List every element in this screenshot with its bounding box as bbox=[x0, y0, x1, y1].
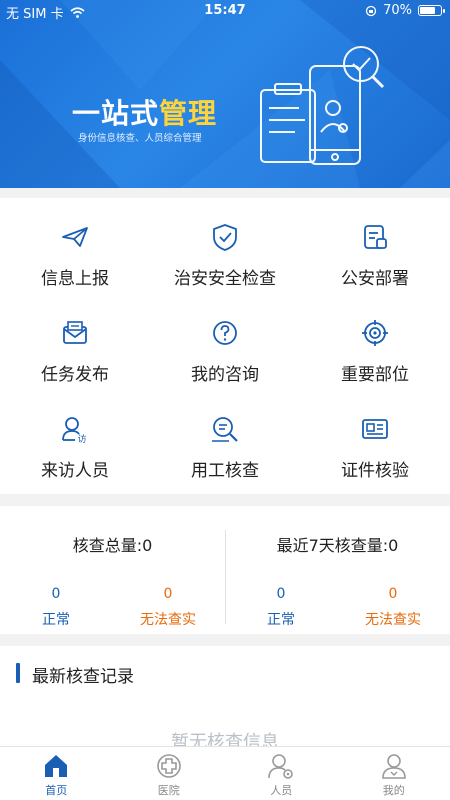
grid-item-label: 治安安全检查 bbox=[174, 269, 276, 289]
stats-total-normal-label[interactable]: 正常 bbox=[0, 609, 112, 629]
grid-item-task-publish[interactable]: 任务发布 bbox=[0, 294, 150, 390]
banner-subtitle: 身份信息核查、人员综合管理 bbox=[78, 133, 202, 144]
clipboard-icon bbox=[364, 225, 387, 249]
tab-label: 人员 bbox=[270, 784, 293, 797]
paper-plane-icon bbox=[62, 227, 88, 247]
check-stats-panel: 核查总量:0 0 正常 0 无法查实 最近7天核查量:0 0 正常 0 无法查实 bbox=[0, 506, 450, 634]
bottom-tab-bar: 首页 医院 人员 我的 bbox=[0, 746, 450, 800]
status-bar: 无 SIM 卡 15:47 70% bbox=[0, 0, 450, 22]
search-doc-icon bbox=[212, 417, 238, 442]
banner-title-main: 一站式 bbox=[72, 97, 160, 130]
tab-staff[interactable]: 人员 bbox=[225, 747, 338, 800]
tab-label: 首页 bbox=[45, 784, 68, 797]
grid-item-police-deploy[interactable]: 公安部署 bbox=[300, 198, 450, 294]
records-empty-text: 暂无核查信息 bbox=[171, 732, 279, 746]
visitor-icon: 访 bbox=[62, 417, 87, 444]
stats-total-fail-label[interactable]: 无法查实 bbox=[112, 609, 224, 629]
shield-check-icon bbox=[213, 224, 237, 251]
banner-title-accent: 管理 bbox=[159, 97, 218, 130]
grid-item-label: 任务发布 bbox=[41, 365, 109, 385]
grid-item-key-sites[interactable]: 重要部位 bbox=[300, 294, 450, 390]
grid-item-label: 信息上报 bbox=[41, 269, 109, 289]
grid-item-security-check[interactable]: 治安安全检查 bbox=[150, 198, 300, 294]
stats-total-normal-value: 0 bbox=[51, 586, 61, 602]
hospital-icon bbox=[156, 754, 181, 778]
tab-label: 我的 bbox=[382, 784, 405, 797]
grid-item-my-consult[interactable]: 我的咨询 bbox=[150, 294, 300, 390]
tab-mine[interactable]: 我的 bbox=[338, 747, 450, 800]
stats-total-fail-value: 0 bbox=[163, 586, 173, 602]
top-banner: 无 SIM 卡 15:47 70% 一站式管理 身份信息核查、人员综合管理 bbox=[0, 0, 450, 188]
grid-item-label: 来访人员 bbox=[41, 461, 109, 481]
section-accent-bar bbox=[16, 663, 20, 683]
grid-item-id-verify[interactable]: 证件核验 bbox=[300, 390, 450, 486]
tab-label: 医院 bbox=[157, 784, 180, 797]
stats-recent-normal-label[interactable]: 正常 bbox=[225, 609, 337, 629]
tab-home[interactable]: 首页 bbox=[0, 747, 113, 800]
target-icon bbox=[362, 320, 388, 346]
grid-item-label: 重要部位 bbox=[341, 365, 409, 385]
function-grid: 信息上报 治安安全检查 公安部署 任务发布 我的咨询 重要部位 访 来访人员 用… bbox=[0, 198, 450, 494]
svg-text:访: 访 bbox=[77, 434, 86, 444]
stats-total: 核查总量:0 0 正常 0 无法查实 bbox=[0, 506, 225, 634]
stats-recent-title: 最近7天核查量:0 bbox=[276, 536, 399, 555]
tab-hospital[interactable]: 医院 bbox=[113, 747, 226, 800]
grid-item-visitors[interactable]: 访 来访人员 bbox=[0, 390, 150, 486]
grid-item-employment-check[interactable]: 用工核查 bbox=[150, 390, 300, 486]
stats-recent: 最近7天核查量:0 0 正常 0 无法查实 bbox=[225, 506, 450, 634]
battery-percent: 70% bbox=[383, 3, 412, 18]
staff-icon bbox=[268, 754, 293, 779]
stats-total-title: 核查总量:0 bbox=[72, 536, 153, 555]
grid-item-label: 证件核验 bbox=[341, 461, 409, 481]
question-icon bbox=[213, 321, 237, 345]
stats-recent-normal-value: 0 bbox=[276, 586, 286, 602]
grid-item-label: 公安部署 bbox=[341, 269, 409, 289]
id-card-icon bbox=[362, 419, 388, 439]
home-icon bbox=[45, 755, 67, 777]
envelope-icon bbox=[63, 321, 87, 344]
banner-title: 一站式管理 bbox=[72, 92, 217, 132]
grid-item-label: 用工核查 bbox=[191, 461, 259, 481]
grid-item-label: 我的咨询 bbox=[191, 365, 259, 385]
stats-recent-fail-value: 0 bbox=[388, 586, 398, 602]
stats-recent-fail-label[interactable]: 无法查实 bbox=[337, 609, 449, 629]
grid-item-info-report[interactable]: 信息上报 bbox=[0, 198, 150, 294]
phone-illustration bbox=[260, 46, 385, 165]
orientation-lock-icon bbox=[365, 5, 377, 16]
battery-icon bbox=[418, 5, 445, 16]
profile-icon bbox=[381, 754, 406, 779]
latest-records-section: 最新核查记录 暂无核查信息 bbox=[0, 646, 450, 746]
records-title: 最新核查记录 bbox=[32, 667, 134, 687]
